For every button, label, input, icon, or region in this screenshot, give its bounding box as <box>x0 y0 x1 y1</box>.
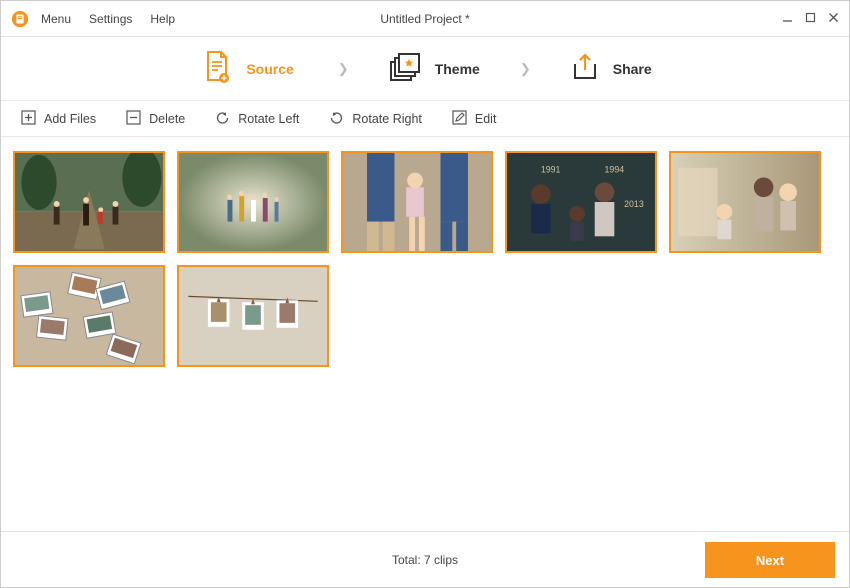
edit-pencil-icon <box>452 110 467 128</box>
document-plus-icon <box>202 50 232 87</box>
titlebar: Menu Settings Help Untitled Project * <box>1 1 849 37</box>
menu-help[interactable]: Help <box>150 12 175 26</box>
menu-menu[interactable]: Menu <box>41 12 71 26</box>
step-theme[interactable]: Theme <box>389 52 480 85</box>
next-button[interactable]: Next <box>705 542 835 578</box>
plus-box-icon <box>21 110 36 128</box>
thumbnail-item[interactable] <box>13 265 165 367</box>
thumbnail-item[interactable] <box>13 151 165 253</box>
step-source-label: Source <box>246 61 293 77</box>
edit-button[interactable]: Edit <box>452 110 497 128</box>
delete-label: Delete <box>149 112 185 126</box>
thumbnail-item[interactable] <box>177 151 329 253</box>
svg-text:1994: 1994 <box>605 165 625 175</box>
share-upload-icon <box>571 52 599 85</box>
window-controls <box>782 11 839 26</box>
close-button[interactable] <box>828 11 839 26</box>
thumbnail-item[interactable]: 1991 1994 2013 <box>505 151 657 253</box>
menu-settings[interactable]: Settings <box>89 12 132 26</box>
rotate-right-icon <box>329 110 344 128</box>
svg-text:1991: 1991 <box>541 165 561 175</box>
rotate-left-button[interactable]: Rotate Left <box>215 110 299 128</box>
svg-text:2013: 2013 <box>624 199 644 209</box>
footer: Total: 7 clips Next <box>1 531 849 587</box>
step-share[interactable]: Share <box>571 52 652 85</box>
minus-box-icon <box>126 110 141 128</box>
rotate-right-label: Rotate Right <box>352 112 421 126</box>
step-source[interactable]: Source <box>202 50 293 87</box>
total-clips-label: Total: 7 clips <box>392 553 458 567</box>
rotate-left-icon <box>215 110 230 128</box>
rotate-left-label: Rotate Left <box>238 112 299 126</box>
chevron-right-icon: ❯ <box>338 61 349 77</box>
toolbar: Add Files Delete Rotate Left Rotate Righ… <box>1 101 849 137</box>
chevron-right-icon: ❯ <box>520 61 531 77</box>
thumbnail-item[interactable] <box>669 151 821 253</box>
maximize-button[interactable] <box>805 11 816 26</box>
theme-stack-icon <box>389 52 421 85</box>
add-files-label: Add Files <box>44 112 96 126</box>
add-files-button[interactable]: Add Files <box>21 110 96 128</box>
app-logo-icon <box>11 10 29 28</box>
minimize-button[interactable] <box>782 11 793 26</box>
step-share-label: Share <box>613 61 652 77</box>
thumbnail-item[interactable] <box>341 151 493 253</box>
window-title: Untitled Project * <box>380 12 469 26</box>
edit-label: Edit <box>475 112 497 126</box>
step-theme-label: Theme <box>435 61 480 77</box>
thumbnail-grid: 1991 1994 2013 <box>1 137 849 527</box>
delete-button[interactable]: Delete <box>126 110 185 128</box>
step-bar: Source ❯ Theme ❯ Share <box>1 37 849 101</box>
rotate-right-button[interactable]: Rotate Right <box>329 110 421 128</box>
thumbnail-item[interactable] <box>177 265 329 367</box>
